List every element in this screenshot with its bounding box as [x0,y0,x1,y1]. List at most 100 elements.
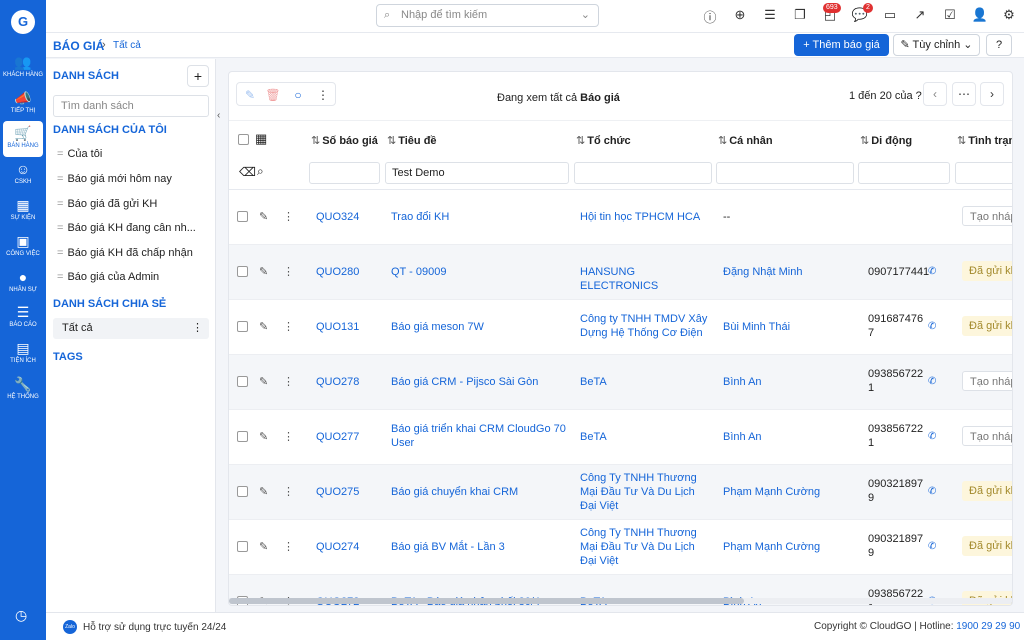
header-person[interactable]: ⇅ Cá nhân [718,134,773,147]
sidebar-item-all[interactable]: Tất cả ⋮ [53,318,209,339]
more-icon[interactable]: ⋮ [283,540,294,553]
edit-icon[interactable]: ✎ [259,320,268,333]
breadcrumb-module[interactable]: BÁO GIÁ [53,39,104,53]
table-row[interactable]: ✎ ⋮ QUO277 Báo giá triển khai CRM CloudG… [229,410,1012,465]
quote-no[interactable]: QUO277 [316,430,359,444]
quote-person[interactable]: Bình An [723,430,853,444]
more-icon[interactable]: ⋮ [283,265,294,278]
sidebar-item-considering[interactable]: = Báo giá KH đang cân nh... [57,222,197,234]
quote-person[interactable]: Đặng Nhật Minh [723,265,853,279]
row-checkbox[interactable] [237,321,248,332]
phone-icon[interactable]: ✆ [928,266,936,277]
quote-organization[interactable]: BeTA [580,375,712,389]
nav-item-tasks[interactable]: ▣ CÔNG VIỆC [3,229,43,265]
trash-icon[interactable]: 🗑 [264,88,282,102]
sidebar-item-accepted[interactable]: = Báo giá KH đã chấp nhận [57,247,197,259]
nav-item-customers[interactable]: 👥 KHÁCH HÀNG [3,50,43,86]
row-checkbox[interactable] [237,431,248,442]
header-organization[interactable]: ⇅ Tổ chức [576,134,631,147]
search-icon[interactable]: ⌕ [257,164,264,179]
header-mobile[interactable]: ⇅ Di động [860,134,912,147]
next-page-button[interactable]: › [980,82,1004,106]
filter-mobile-input[interactable] [858,162,950,184]
row-checkbox[interactable] [237,376,248,387]
quote-organization[interactable]: Công Ty TNHH Thương Mại Đầu Tư Và Du Lịc… [580,471,700,513]
table-row[interactable]: ✎ ⋮ QUO274 Báo giá BV Mắt - Lần 3 Công T… [229,520,1012,575]
comment-icon[interactable]: ○ [289,88,307,102]
quote-no[interactable]: QUO131 [316,320,359,334]
info-icon[interactable]: ⓘ [701,7,719,26]
more-icon[interactable]: ⋮ [314,88,332,102]
filter-title-input[interactable]: Test Demo [385,162,569,184]
scrollbar-thumb[interactable] [229,598,744,604]
nav-item-marketing[interactable]: 📣 TIẾP THỊ [3,86,43,122]
quote-organization[interactable]: Hội tin học TPHCM HCA [580,210,712,224]
add-list-button[interactable]: + [187,65,209,87]
phone-icon[interactable]: ✆ [928,431,936,442]
row-checkbox[interactable] [237,266,248,277]
quote-title[interactable]: QT - 09009 [391,265,569,279]
sidebar-item-admin[interactable]: = Báo giá của Admin [57,271,197,283]
quote-no[interactable]: QUO274 [316,540,359,554]
column-settings-icon[interactable]: ▦ [255,131,267,147]
nav-item-events[interactable]: ▦ SỰ KIỆN [3,193,43,229]
checkbox-icon[interactable]: ☑ [941,7,959,23]
quote-person[interactable]: Phạm Mạnh Cường [723,485,853,499]
more-icon[interactable]: ⋮ [283,210,294,223]
phone-icon[interactable]: ✆ [928,321,936,332]
prev-page-button[interactable]: ‹ [923,82,947,106]
phone-icon[interactable]: ✆ [928,376,936,387]
calendar-icon[interactable]: ▭ [881,7,899,23]
edit-icon[interactable]: ✎ [241,88,259,102]
filter-quote-no-input[interactable] [309,162,380,184]
sidebar-item-sent[interactable]: = Báo giá đã gửi KH [57,198,197,210]
quote-title[interactable]: Báo giá CRM - Pijsco Sài Gòn [391,375,569,389]
quote-title[interactable]: Trao đổi KH [391,210,569,224]
quote-organization[interactable]: Công ty TNHH TMDV Xây Dựng Hệ Thống Cơ Đ… [580,312,712,340]
horizontal-scrollbar[interactable] [229,598,1012,604]
sidebar-item-new-today[interactable]: = Báo giá mới hôm nay [57,173,197,185]
quote-no[interactable]: QUO278 [316,375,359,389]
edit-icon[interactable]: ✎ [259,540,268,553]
header-status[interactable]: ⇅Tình trạng [957,134,1012,147]
list-icon[interactable]: ☰ [761,7,779,23]
table-row[interactable]: ✎ ⋮ QUO280 QT - 09009 HANSUNG ELECTRONIC… [229,245,1012,300]
table-row[interactable]: ✎ ⋮ QUO275 Báo giá chuyển khai CRM Công … [229,465,1012,520]
quote-organization[interactable]: BeTA [580,430,712,444]
table-row[interactable]: ✎ ⋮ QUO131 Báo giá meson 7W Công ty TNHH… [229,300,1012,355]
quote-title[interactable]: Báo giá chuyển khai CRM [391,485,569,499]
more-icon[interactable]: ⋮ [283,375,294,388]
quote-title[interactable]: Báo giá meson 7W [391,320,569,334]
quote-person[interactable]: Phạm Mạnh Cường [723,540,853,554]
phone-icon[interactable]: ✆ [928,486,936,497]
quote-title[interactable]: Báo giá triển khai CRM CloudGo 70 User [391,422,569,450]
quote-person[interactable]: Bình An [723,375,853,389]
edit-icon[interactable]: ✎ [259,375,268,388]
hotline[interactable]: 1900 29 29 90 [956,621,1020,632]
edit-icon[interactable]: ✎ [259,210,268,223]
edit-icon[interactable]: ✎ [259,485,268,498]
quote-no[interactable]: QUO280 [316,265,359,279]
eraser-icon[interactable]: ⌫ [239,165,256,179]
add-quote-button[interactable]: + Thêm báo giá [794,34,889,56]
customize-button[interactable]: ✎ Tùy chỉnh ⌄ [893,34,980,56]
zalo-icon[interactable]: Zalo [63,620,77,634]
support-link[interactable]: Hỗ trợ sử dụng trực tuyến 24/24 [83,622,226,633]
help-button[interactable]: ? [986,34,1012,56]
select-all-checkbox[interactable] [238,134,249,145]
nav-item-utilities[interactable]: ▤ TIỆN ÍCH [3,336,43,372]
nav-item-hr[interactable]: ● NHÂN SỰ [3,265,43,301]
global-search-input[interactable]: ⌕ Nhập để tìm kiếm ⌄ [376,4,599,27]
more-pages-button[interactable]: ⋯ [952,82,976,106]
table-row[interactable]: ✎ ⋮ QUO324 Trao đổi KH Hội tin học TPHCM… [229,190,1012,245]
table-row[interactable]: ✎ ⋮ QUO278 Báo giá CRM - Pijsco Sài Gòn … [229,355,1012,410]
row-checkbox[interactable] [237,541,248,552]
chart-icon[interactable]: ↗ [911,7,929,23]
add-circle-icon[interactable]: ⊕ [731,7,749,23]
phone-icon[interactable]: ✆ [928,541,936,552]
header-title[interactable]: ⇅ Tiêu đề [387,134,437,147]
cloudgo-logo-icon[interactable]: G [11,10,35,34]
quote-no[interactable]: QUO275 [316,485,359,499]
quote-organization[interactable]: HANSUNG ELECTRONICS [580,265,712,293]
clock-icon[interactable]: ◷ [15,607,27,624]
